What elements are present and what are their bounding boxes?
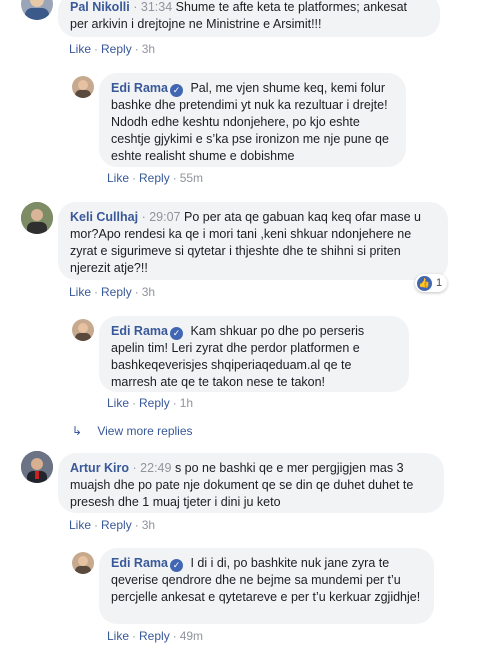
reply-link[interactable]: Reply (101, 518, 132, 532)
comment-time: 22:49 (140, 461, 172, 475)
comment-age[interactable]: 55m (180, 171, 203, 185)
comment-author[interactable]: Artur Kiro (70, 461, 129, 475)
reply-arrow-icon: ↳ (72, 424, 83, 438)
avatar-image (75, 323, 91, 341)
avatar[interactable] (21, 202, 53, 234)
avatar-image (75, 556, 91, 574)
avatar-image (21, 451, 53, 483)
reply-bubble: Edi Rama ✓ I di i di, po bashkite nuk jan… (99, 548, 434, 624)
comment-age[interactable]: 3h (142, 42, 155, 56)
comment-time: 31:34 (140, 0, 173, 14)
like-link[interactable]: Like (107, 396, 129, 410)
comment-age[interactable]: 49m (180, 629, 203, 643)
avatar[interactable] (21, 451, 53, 483)
avatar-image (21, 202, 53, 234)
reply-link[interactable]: Reply (139, 171, 170, 185)
comment-author[interactable]: Pal Nikolli (70, 0, 130, 14)
like-link[interactable]: Like (69, 285, 91, 299)
comment-actions: Like · Reply · 1h (107, 396, 194, 410)
verified-badge-icon: ✓ (169, 84, 183, 97)
comment-bubble: Keli Cullhaj · 29:07 Po per ata qe gabua… (58, 202, 448, 280)
avatar[interactable] (72, 319, 94, 341)
avatar[interactable] (72, 76, 94, 98)
comment-age[interactable]: 1h (180, 396, 193, 410)
comment-actions: Like · Reply · 3h (69, 285, 156, 299)
comment-author[interactable]: Edi Rama (111, 324, 168, 338)
comment-bubble: Artur Kiro · 22:49 s po ne bashki qe e m… (58, 453, 444, 513)
avatar-image (25, 0, 49, 20)
reply-link[interactable]: Reply (101, 285, 132, 299)
comment-actions: Like · Reply · 55m (107, 171, 204, 185)
comment-actions: Like · Reply · 3h (69, 518, 156, 532)
view-more-replies-link[interactable]: ↳ View more replies (72, 424, 193, 438)
comment-author[interactable]: Edi Rama (111, 556, 168, 570)
comment-age[interactable]: 3h (142, 518, 155, 532)
comment-actions: Like · Reply · 49m (107, 629, 204, 643)
reply-link[interactable]: Reply (101, 42, 132, 56)
reply-bubble: Edi Rama ✓ Pal, me vjen shume keq, kemi f… (99, 73, 406, 167)
comment-time: 29:07 (149, 210, 181, 224)
comment-actions: Like · Reply · 3h (69, 42, 156, 56)
reply-link[interactable]: Reply (139, 396, 170, 410)
verified-badge-icon: ✓ (169, 559, 183, 572)
thumbs-up-icon: 👍 (417, 275, 432, 291)
reply-bubble: Edi Rama ✓ Kam shkuar po dhe po perseris … (99, 316, 409, 392)
comment-age[interactable]: 3h (142, 285, 155, 299)
like-link[interactable]: Like (69, 518, 91, 532)
avatar[interactable] (21, 0, 53, 20)
like-link[interactable]: Like (69, 42, 91, 56)
verified-badge-icon: ✓ (169, 327, 183, 340)
comment-bubble: Pal Nikolli · 31:34 Shume te afte keta t… (58, 0, 440, 37)
avatar-image (75, 80, 91, 98)
reaction-count[interactable]: 👍 1 (415, 274, 448, 292)
reply-link[interactable]: Reply (139, 629, 170, 643)
like-link[interactable]: Like (107, 171, 129, 185)
avatar[interactable] (72, 552, 94, 574)
like-link[interactable]: Like (107, 629, 129, 643)
comment-author[interactable]: Edi Rama (111, 81, 168, 95)
comment-author[interactable]: Keli Cullhaj (70, 210, 138, 224)
